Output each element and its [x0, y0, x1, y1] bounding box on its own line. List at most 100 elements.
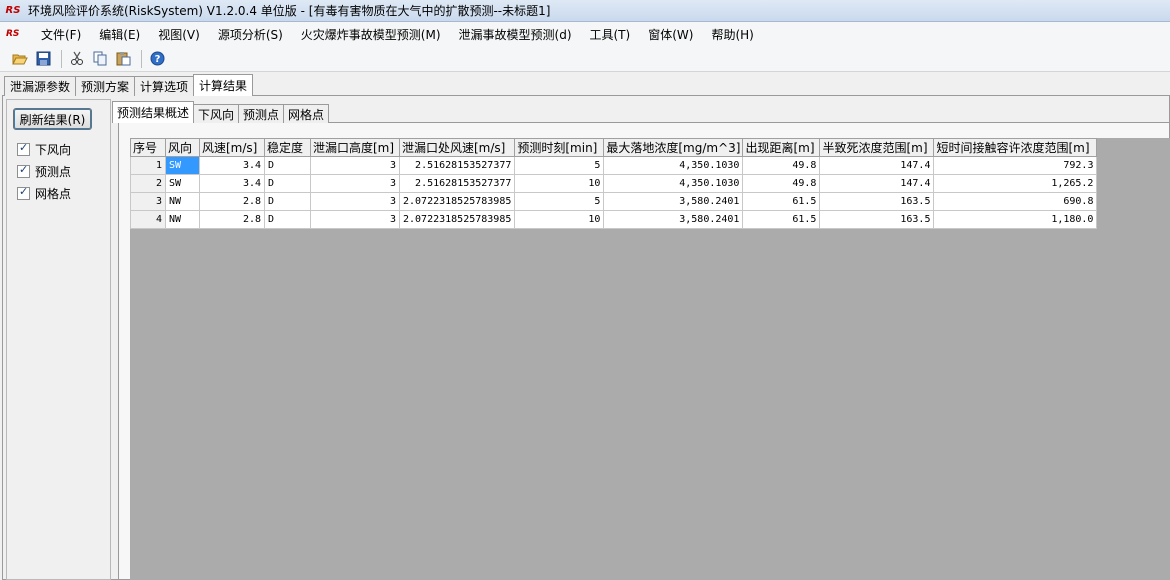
- table-row[interactable]: 2 SW 3.4 D 3 2.51628153527377 10 4,350.1030 49.8…: [130, 174, 1098, 193]
- paste-icon[interactable]: [113, 49, 133, 69]
- menu-file[interactable]: 文件(F): [32, 26, 90, 43]
- grid-cell[interactable]: 2.8: [199, 210, 265, 229]
- grid-cell[interactable]: 2.51628153527377: [398, 174, 516, 193]
- grid-cell[interactable]: 10: [514, 210, 605, 229]
- selected-grid-cell[interactable]: SW: [165, 156, 200, 175]
- column-header[interactable]: 风速[m/s]: [199, 138, 265, 157]
- row-header[interactable]: 3: [130, 192, 166, 211]
- row-header[interactable]: 4: [130, 210, 166, 229]
- grid-cell[interactable]: D: [264, 156, 311, 175]
- grid-cell[interactable]: 147.4: [819, 174, 935, 193]
- grid-cell[interactable]: 3: [310, 156, 400, 175]
- column-header[interactable]: 半致死浓度范围[m]: [819, 138, 935, 157]
- menu-window[interactable]: 窗体(W): [639, 26, 702, 43]
- grid-cell[interactable]: 3: [310, 210, 400, 229]
- grid-cell[interactable]: 61.5: [742, 210, 821, 229]
- checkbox-box[interactable]: [17, 141, 30, 156]
- column-header[interactable]: 稳定度: [264, 138, 311, 157]
- grid-cell[interactable]: D: [264, 210, 311, 229]
- table-row[interactable]: 3 NW 2.8 D 3 2.0722318525783985 5 3,580.2401 61.…: [130, 192, 1098, 211]
- main-tab-strip: 泄漏源参数 预测方案 计算选项 计算结果: [4, 74, 254, 96]
- menu-fire-explosion[interactable]: 火灾爆炸事故模型预测(M): [292, 26, 450, 43]
- column-header[interactable]: 最大落地浓度[mg/m^3]: [603, 138, 744, 157]
- row-header[interactable]: 1: [130, 156, 166, 175]
- column-header[interactable]: 泄漏口处风速[m/s]: [398, 138, 516, 157]
- grid-cell[interactable]: 2.0722318525783985: [398, 192, 516, 211]
- grid-cell[interactable]: 49.8: [742, 156, 821, 175]
- tab-grid-points[interactable]: 网格点: [283, 104, 330, 123]
- menu-source-analysis[interactable]: 源项分析(S): [209, 26, 292, 43]
- column-header[interactable]: 出现距离[m]: [742, 138, 821, 157]
- refresh-results-button[interactable]: 刷新结果(R): [13, 108, 92, 130]
- checkbox-box[interactable]: [17, 163, 30, 178]
- title-bar[interactable]: RS 环境风险评价系统(RiskSystem) V1.2.0.4 单位版 - […: [0, 0, 1170, 22]
- grid-cell[interactable]: 5: [514, 156, 605, 175]
- menu-tools[interactable]: 工具(T): [581, 26, 640, 43]
- menu-view[interactable]: 视图(V): [149, 26, 209, 43]
- column-header[interactable]: 风向: [165, 138, 200, 157]
- help-icon[interactable]: ?: [147, 49, 167, 69]
- open-folder-icon[interactable]: [10, 49, 30, 69]
- checkbox-prediction-points[interactable]: 预测点: [17, 163, 71, 180]
- tab-downwind[interactable]: 下风向: [193, 104, 240, 123]
- tab-leak-source-params[interactable]: 泄漏源参数: [4, 76, 77, 96]
- grid-cell[interactable]: NW: [165, 192, 200, 211]
- tab-prediction-plan[interactable]: 预测方案: [75, 76, 136, 96]
- menu-leak-accident[interactable]: 泄漏事故模型预测(d): [450, 26, 581, 43]
- grid-cell[interactable]: SW: [165, 174, 200, 193]
- tab-prediction-points[interactable]: 预测点: [238, 104, 285, 123]
- grid-cell[interactable]: 1,265.2: [933, 174, 1098, 193]
- menu-bar: RS 文件(F) 编辑(E) 视图(V) 源项分析(S) 火灾爆炸事故模型预测(…: [0, 22, 1170, 46]
- grid-cell[interactable]: 2.8: [199, 192, 265, 211]
- grid-cell[interactable]: 4,350.1030: [603, 174, 744, 193]
- grid-cell[interactable]: NW: [165, 210, 200, 229]
- results-grid[interactable]: 序号 风向 风速[m/s] 稳定度 泄漏口高度[m] 泄漏口处风速[m/s] 预测时刻[mi…: [130, 138, 1098, 229]
- results-grid-area[interactable]: 序号 风向 风速[m/s] 稳定度 泄漏口高度[m] 泄漏口处风速[m/s] 预测时刻[mi…: [130, 138, 1170, 580]
- checkbox-downwind[interactable]: 下风向: [17, 141, 71, 158]
- grid-cell[interactable]: 2.51628153527377: [398, 156, 516, 175]
- cut-icon[interactable]: [67, 49, 87, 69]
- column-header[interactable]: 泄漏口高度[m]: [310, 138, 400, 157]
- grid-cell[interactable]: D: [264, 174, 311, 193]
- table-row[interactable]: 4 NW 2.8 D 3 2.0722318525783985 10 3,580.2401 61…: [130, 210, 1098, 229]
- column-header[interactable]: 短时间接触容许浓度范围[m]: [933, 138, 1098, 157]
- tab-results-overview[interactable]: 预测结果概述: [112, 101, 195, 123]
- grid-cell[interactable]: 1,180.0: [933, 210, 1098, 229]
- grid-cell[interactable]: 3: [310, 174, 400, 193]
- grid-cell[interactable]: 10: [514, 174, 605, 193]
- tab-calc-options[interactable]: 计算选项: [134, 76, 195, 96]
- grid-cell[interactable]: D: [264, 192, 311, 211]
- save-icon[interactable]: [33, 49, 53, 69]
- grid-cell[interactable]: 49.8: [742, 174, 821, 193]
- grid-cell[interactable]: 163.5: [819, 210, 935, 229]
- app-logo-icon: RS: [5, 5, 21, 16]
- mdi-logo-icon[interactable]: RS: [6, 29, 26, 39]
- grid-cell[interactable]: 3.4: [199, 174, 265, 193]
- grid-cell[interactable]: 163.5: [819, 192, 935, 211]
- tab-calc-results[interactable]: 计算结果: [193, 74, 254, 96]
- checkbox-label: 预测点: [35, 165, 72, 179]
- checkbox-box[interactable]: [17, 185, 30, 200]
- grid-cell[interactable]: 5: [514, 192, 605, 211]
- toolbar: ?: [0, 46, 1170, 72]
- grid-cell[interactable]: 2.0722318525783985: [398, 210, 516, 229]
- grid-cell[interactable]: 61.5: [742, 192, 821, 211]
- menu-edit[interactable]: 编辑(E): [90, 26, 149, 43]
- menu-help[interactable]: 帮助(H): [702, 26, 762, 43]
- grid-cell[interactable]: 4,350.1030: [603, 156, 744, 175]
- row-header[interactable]: 2: [130, 174, 166, 193]
- column-header[interactable]: 预测时刻[min]: [514, 138, 605, 157]
- grid-cell[interactable]: 147.4: [819, 156, 935, 175]
- table-row[interactable]: 1 SW 3.4 D 3 2.51628153527377 5 4,350.1030 49.8 1…: [130, 156, 1098, 175]
- copy-icon[interactable]: [90, 49, 110, 69]
- toolbar-separator: [141, 49, 142, 68]
- grid-cell[interactable]: 3.4: [199, 156, 265, 175]
- grid-cell[interactable]: 792.3: [933, 156, 1098, 175]
- grid-cell[interactable]: 3,580.2401: [603, 210, 744, 229]
- grid-cell[interactable]: 3,580.2401: [603, 192, 744, 211]
- checkbox-grid-points[interactable]: 网格点: [17, 185, 71, 202]
- window-title: 环境风险评价系统(RiskSystem) V1.2.0.4 单位版 - [有毒有…: [28, 4, 551, 18]
- grid-cell[interactable]: 3: [310, 192, 400, 211]
- grid-cell[interactable]: 690.8: [933, 192, 1098, 211]
- column-header[interactable]: 序号: [130, 138, 166, 157]
